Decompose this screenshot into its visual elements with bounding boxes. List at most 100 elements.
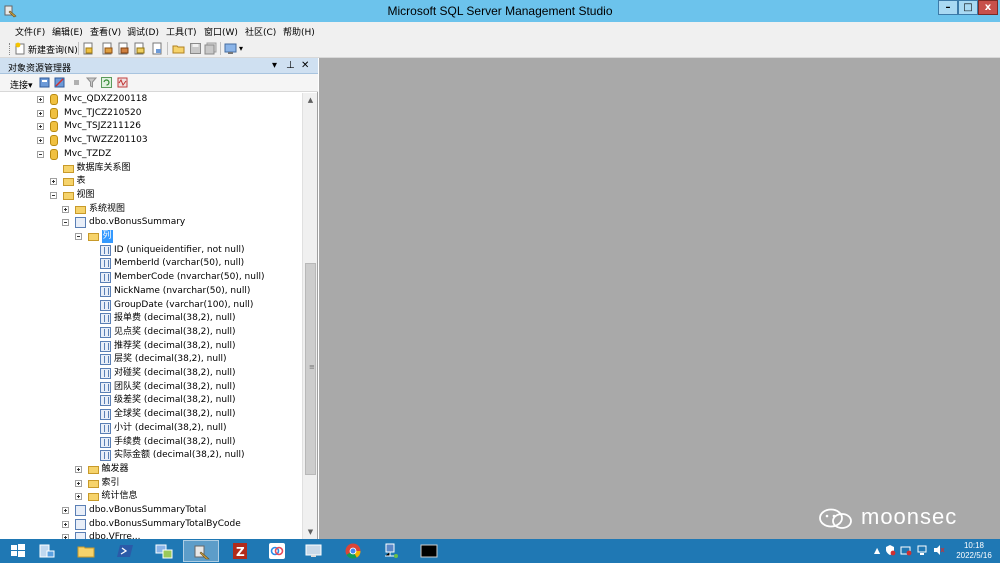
scroll-up-icon[interactable]: ▲ — [303, 93, 318, 107]
sql-compact-query-icon[interactable] — [151, 42, 164, 55]
expand-icon[interactable] — [74, 465, 82, 473]
tree-node[interactable]: Mvc_TZDZ — [0, 148, 300, 162]
tree-node[interactable]: 全球奖 (decimal(38,2), null) — [0, 408, 300, 422]
taskbar-chrome[interactable] — [335, 540, 371, 562]
menu-view[interactable]: 查看(V) — [90, 25, 121, 38]
tree-node[interactable]: 见点奖 (decimal(38,2), null) — [0, 326, 300, 340]
open-file-icon[interactable] — [172, 42, 185, 55]
taskbar-network-tool[interactable] — [373, 540, 409, 562]
taskbar-cmd[interactable] — [411, 540, 447, 562]
menu-debug[interactable]: 调试(D) — [127, 25, 159, 38]
maximize-button[interactable]: □ — [958, 0, 978, 15]
refresh-icon[interactable] — [101, 77, 112, 88]
collapse-icon[interactable] — [49, 191, 57, 199]
collapse-icon[interactable] — [37, 150, 44, 158]
disconnect-server-icon[interactable] — [54, 77, 65, 88]
tree-node[interactable]: 数据库关系图 — [0, 162, 300, 176]
tree-node[interactable]: Mvc_TWZZ201103 — [0, 134, 300, 148]
save-icon[interactable] — [189, 42, 202, 55]
activity-icon[interactable] — [117, 77, 128, 88]
collapse-icon[interactable] — [74, 233, 82, 240]
tree-node[interactable]: 推荐奖 (decimal(38,2), null) — [0, 340, 300, 354]
save-all-icon[interactable] — [204, 42, 217, 55]
taskbar-server-manager[interactable] — [29, 540, 65, 562]
tree-node[interactable]: 表 — [0, 175, 300, 189]
expand-icon[interactable] — [74, 479, 82, 487]
tray-shield-icon[interactable] — [884, 544, 896, 556]
toolbar-overflow-icon[interactable]: ▾ — [239, 44, 243, 53]
menu-edit[interactable]: 编辑(E) — [52, 25, 83, 38]
tree-node[interactable]: 层奖 (decimal(38,2), null) — [0, 353, 300, 367]
close-button[interactable]: x — [978, 0, 998, 15]
expand-icon[interactable] — [37, 137, 44, 145]
tree-node[interactable]: dbo.VFrre... — [0, 531, 300, 539]
taskbar-remote-desktop[interactable] — [296, 540, 332, 562]
filter-icon[interactable] — [86, 77, 97, 88]
expand-icon[interactable] — [74, 493, 82, 501]
tree-node[interactable]: Mvc_TSJZ211126 — [0, 120, 300, 134]
tray-network-icon[interactable] — [916, 544, 928, 556]
taskbar-baidu-netdisk[interactable] — [259, 540, 295, 562]
toolbar-grip[interactable] — [9, 43, 12, 55]
expand-icon[interactable] — [37, 123, 44, 131]
tree-node[interactable]: 对碰奖 (decimal(38,2), null) — [0, 367, 300, 381]
menu-window[interactable]: 窗口(W) — [204, 25, 238, 38]
tree-node[interactable]: Mvc_QDXZ200118 — [0, 93, 300, 107]
tree-node[interactable]: 视图 — [0, 189, 300, 203]
expand-icon[interactable] — [37, 109, 44, 117]
tree-node[interactable]: 触发器 — [0, 463, 300, 477]
tree-node[interactable]: 小计 (decimal(38,2), null) — [0, 422, 300, 436]
expand-icon[interactable] — [62, 520, 69, 528]
db-query-icon[interactable] — [82, 42, 95, 55]
scroll-down-icon[interactable]: ▼ — [303, 525, 318, 539]
autohide-pin-icon[interactable]: ⊥ — [286, 60, 295, 71]
collapse-icon[interactable] — [62, 219, 69, 227]
tree-node[interactable]: Mvc_TJCZ210520 — [0, 107, 300, 121]
menu-tools[interactable]: 工具(T) — [166, 25, 197, 38]
tree-node[interactable]: 索引 — [0, 477, 300, 491]
panel-close-icon[interactable]: ✕ — [301, 60, 309, 71]
taskbar-clock[interactable]: 10:18 2022/5/16 — [950, 541, 998, 561]
menu-file[interactable]: 文件(F) — [15, 25, 45, 38]
taskbar-ssms[interactable] — [183, 540, 219, 562]
tree-node[interactable]: 统计信息 — [0, 490, 300, 504]
tree-node[interactable]: 列 — [0, 230, 300, 244]
tree-node[interactable]: MemberCode (nvarchar(50), null) — [0, 271, 300, 285]
expand-icon[interactable] — [62, 507, 69, 514]
tray-volume-icon[interactable] — [933, 544, 945, 556]
tree-node[interactable]: dbo.vBonusSummaryTotal — [0, 504, 300, 518]
connect-dropdown[interactable]: 连接▾ — [10, 78, 33, 91]
tree-node[interactable]: dbo.vBonusSummaryTotalByCode — [0, 518, 300, 532]
menu-help[interactable]: 帮助(H) — [283, 25, 315, 38]
tree-node[interactable]: 报单费 (decimal(38,2), null) — [0, 312, 300, 326]
tree-node[interactable]: 实际金额 (decimal(38,2), null) — [0, 449, 300, 463]
minimize-button[interactable]: – — [938, 0, 958, 15]
stop-icon[interactable] — [71, 77, 82, 88]
tree-node[interactable]: dbo.vBonusSummary — [0, 216, 300, 230]
activity-monitor-icon[interactable] — [224, 42, 237, 55]
tree-node[interactable]: NickName (nvarchar(50), null) — [0, 285, 300, 299]
mdx-query-icon[interactable] — [117, 42, 130, 55]
tray-expand-icon[interactable]: ▲ — [874, 546, 880, 555]
expand-icon[interactable] — [49, 178, 57, 186]
tree-node[interactable]: ID (uniqueidentifier, not null) — [0, 244, 300, 258]
tree-node[interactable]: 级差奖 (decimal(38,2), null) — [0, 394, 300, 408]
taskbar-file-explorer[interactable] — [68, 540, 104, 562]
analysis-query-icon[interactable] — [101, 42, 114, 55]
tree-node[interactable]: 手续费 (decimal(38,2), null) — [0, 436, 300, 450]
tray-flag-icon[interactable] — [900, 544, 912, 556]
window-position-icon[interactable]: ▾ — [272, 60, 277, 71]
tree-node[interactable]: 团队奖 (decimal(38,2), null) — [0, 381, 300, 395]
taskbar-network[interactable] — [146, 540, 182, 562]
menu-community[interactable]: 社区(C) — [245, 25, 276, 38]
expand-icon[interactable] — [62, 205, 69, 213]
tree-node[interactable]: GroupDate (varchar(100), null) — [0, 299, 300, 313]
taskbar-filezilla[interactable]: Z — [222, 540, 258, 562]
expand-icon[interactable] — [37, 96, 44, 103]
xmla-query-icon[interactable] — [133, 42, 146, 55]
tree-node[interactable]: MemberId (varchar(50), null) — [0, 257, 300, 271]
taskbar-powershell[interactable] — [107, 540, 143, 562]
connect-server-icon[interactable] — [39, 77, 50, 88]
tree-vertical-scrollbar[interactable]: ▲ ≡ ▼ — [302, 93, 317, 539]
scroll-thumb[interactable]: ≡ — [305, 263, 316, 475]
